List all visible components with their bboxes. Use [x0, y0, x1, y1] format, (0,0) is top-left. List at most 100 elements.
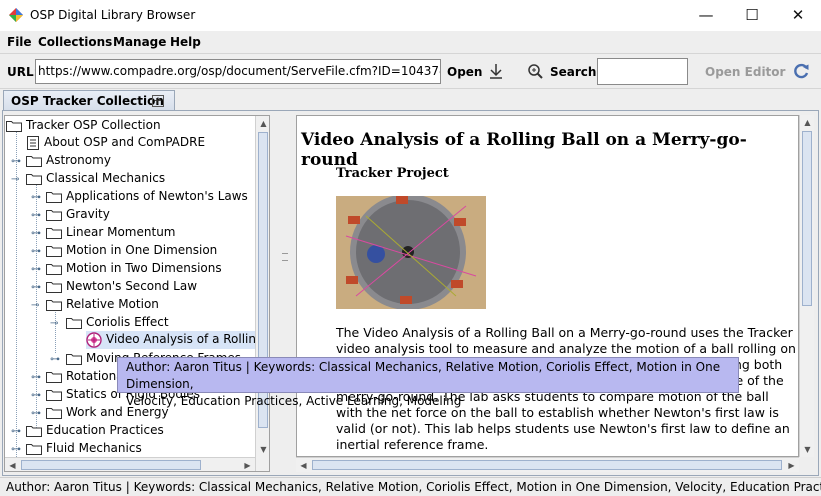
zoom-search-icon: [528, 64, 543, 79]
scroll-thumb[interactable]: [802, 131, 812, 306]
tree-item-about[interactable]: About OSP and ComPADRE: [26, 134, 205, 152]
menu-file[interactable]: File: [7, 35, 32, 49]
menu-collections[interactable]: Collections: [38, 35, 112, 49]
document-icon: [27, 135, 39, 150]
tree-horizontal-scrollbar[interactable]: ◀ ▶: [5, 457, 255, 471]
expand-knob-icon[interactable]: ⊶: [31, 409, 41, 419]
scroll-up-icon[interactable]: ▲: [256, 116, 269, 131]
folder-open-icon: [6, 121, 22, 132]
download-icon[interactable]: [488, 63, 504, 80]
expand-knob-icon[interactable]: ⊶: [31, 211, 41, 221]
tree-item-gravity[interactable]: Gravity: [46, 206, 110, 224]
open-editor-button[interactable]: Open Editor: [705, 65, 785, 79]
tooltip-line: Velocity, Education Practices, Active Le…: [126, 394, 462, 408]
tree-item-label: Classical Mechanics: [46, 171, 166, 185]
menu-bar: File Collections Manage Help: [0, 31, 821, 53]
search-input[interactable]: [597, 58, 688, 85]
document-horizontal-scrollbar[interactable]: ◀ ▶: [296, 457, 799, 472]
tree-item-motion-1d[interactable]: Motion in One Dimension: [46, 242, 217, 260]
expand-knob-icon[interactable]: ⊶: [50, 355, 60, 365]
tooltip-line: Author: Aaron Titus | Keywords: Classica…: [126, 360, 721, 391]
scroll-thumb[interactable]: [21, 460, 201, 470]
tree-item-astronomy[interactable]: Astronomy: [26, 152, 111, 170]
title-bar: OSP Digital Library Browser — ☐ ✕: [0, 0, 821, 31]
maximize-button[interactable]: ☐: [729, 0, 775, 31]
tree-item-coriolis-effect[interactable]: Coriolis Effect: [66, 314, 169, 332]
expand-knob-icon[interactable]: ⊶: [11, 427, 21, 437]
folder-icon: [26, 156, 42, 167]
scroll-down-icon[interactable]: ▼: [256, 442, 269, 457]
tree-item-label: Relative Motion: [66, 297, 159, 311]
document-title: Video Analysis of a Rolling Ball on a Me…: [301, 130, 747, 170]
tree-item-applications[interactable]: Applications of Newton's Laws: [46, 188, 248, 206]
folder-icon: [46, 282, 62, 293]
folder-open-icon: [66, 318, 82, 329]
expand-knob-icon[interactable]: ⊶: [11, 445, 21, 455]
tracker-logo-icon: [86, 331, 102, 348]
tree-item-label: Fluid Mechanics: [46, 441, 142, 455]
tree-vertical-scrollbar[interactable]: ▲ ▼: [255, 116, 269, 471]
tree-item-relative-motion[interactable]: Relative Motion: [46, 296, 159, 314]
collection-tree[interactable]: Tracker OSP Collection About OSP and Com…: [4, 115, 270, 472]
refresh-icon[interactable]: [793, 63, 810, 80]
tree-item-fluid-mechanics[interactable]: Fluid Mechanics: [26, 440, 142, 458]
pane-splitter[interactable]: [280, 115, 290, 472]
tree-item-label: Video Analysis of a Rolling Ball on a Me…: [106, 332, 269, 346]
menu-help[interactable]: Help: [170, 35, 201, 49]
tree-item-motion-2d[interactable]: Motion in Two Dimensions: [46, 260, 222, 278]
collapse-knob-icon[interactable]: ⊸: [50, 319, 60, 329]
tab-label: OSP Tracker Collection: [11, 94, 164, 108]
folder-open-icon: [26, 174, 42, 185]
tree-item-label: Motion in One Dimension: [66, 243, 218, 257]
expand-knob-icon[interactable]: ⊶: [31, 193, 41, 203]
tab-osp-tracker-collection[interactable]: OSP Tracker Collection +: [3, 90, 175, 111]
scroll-down-icon[interactable]: ▼: [800, 442, 815, 457]
folder-icon: [26, 444, 42, 455]
document-subtitle: Tracker Project: [336, 166, 449, 181]
minimize-button[interactable]: —: [683, 0, 729, 31]
folder-icon: [46, 390, 62, 401]
tree-item-classical-mechanics[interactable]: Classical Mechanics: [26, 170, 165, 188]
scroll-right-icon[interactable]: ▶: [784, 458, 799, 473]
folder-icon: [46, 372, 62, 383]
folder-open-icon: [46, 300, 62, 311]
folder-icon: [26, 426, 42, 437]
collapse-knob-icon[interactable]: ⊸: [11, 175, 21, 185]
folder-icon: [46, 246, 62, 257]
expand-knob-icon[interactable]: ⊶: [31, 265, 41, 275]
menu-manage[interactable]: Manage: [113, 35, 166, 49]
expand-knob-icon[interactable]: ⊶: [11, 157, 21, 167]
tree-item-label: Education Practices: [46, 423, 164, 437]
tree-item-label: Linear Momentum: [66, 225, 176, 239]
tree-item-label: Applications of Newton's Laws: [66, 189, 248, 203]
expand-knob-icon[interactable]: ⊶: [31, 229, 41, 239]
tree-item-education-practices[interactable]: Education Practices: [26, 422, 164, 440]
folder-icon: [46, 408, 62, 419]
tree-item-label: Tracker OSP Collection: [26, 118, 161, 132]
tree-item-root[interactable]: Tracker OSP Collection: [6, 117, 161, 135]
expand-knob-icon[interactable]: ⊶: [31, 373, 41, 383]
scroll-left-icon[interactable]: ◀: [296, 458, 311, 473]
collapse-knob-icon[interactable]: ⊸: [31, 301, 41, 311]
tree-item-label: Motion in Two Dimensions: [66, 261, 222, 275]
folder-icon: [46, 210, 62, 221]
url-input[interactable]: https://www.compadre.org/osp/document/Se…: [35, 59, 441, 84]
scroll-up-icon[interactable]: ▲: [800, 115, 815, 130]
tree-item-newtons-second-law[interactable]: Newton's Second Law: [46, 278, 197, 296]
tree-item-label: Gravity: [66, 207, 110, 221]
url-label: URL:: [7, 65, 39, 79]
tree-item-video-analysis-selected[interactable]: Video Analysis of a Rolling Ball on a Me…: [86, 331, 269, 349]
close-button[interactable]: ✕: [775, 0, 821, 31]
folder-icon: [46, 228, 62, 239]
search-label: Search:: [550, 65, 602, 79]
scroll-thumb[interactable]: [312, 460, 782, 470]
expand-knob-icon[interactable]: ⊶: [31, 283, 41, 293]
expand-knob-icon[interactable]: ⊶: [31, 391, 41, 401]
scroll-left-icon[interactable]: ◀: [5, 458, 20, 471]
tree-item-linear-momentum[interactable]: Linear Momentum: [46, 224, 175, 242]
document-vertical-scrollbar[interactable]: ▲ ▼: [799, 115, 814, 457]
expand-knob-icon[interactable]: ⊶: [31, 247, 41, 257]
open-button[interactable]: Open: [447, 65, 482, 79]
add-tab-icon[interactable]: +: [152, 95, 164, 107]
scroll-right-icon[interactable]: ▶: [240, 458, 255, 471]
